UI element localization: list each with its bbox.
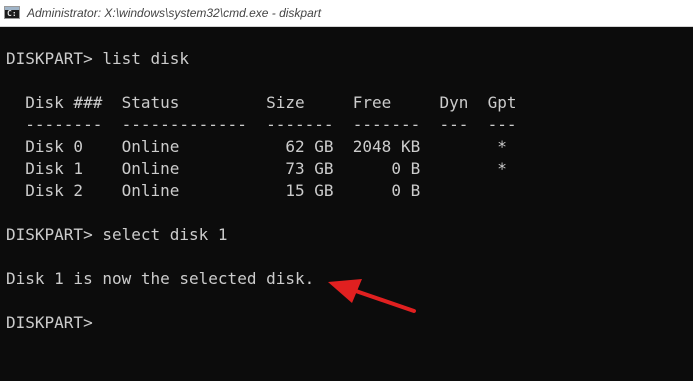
title-bar: C: Administrator: X:\windows\system32\cm… [0, 0, 693, 27]
cmd-icon: C: [4, 6, 20, 19]
console-area[interactable]: DISKPART> list disk Disk ### Status Size… [0, 27, 693, 381]
red-arrow-icon [328, 279, 416, 313]
window-title: Administrator: X:\windows\system32\cmd.e… [27, 6, 322, 20]
